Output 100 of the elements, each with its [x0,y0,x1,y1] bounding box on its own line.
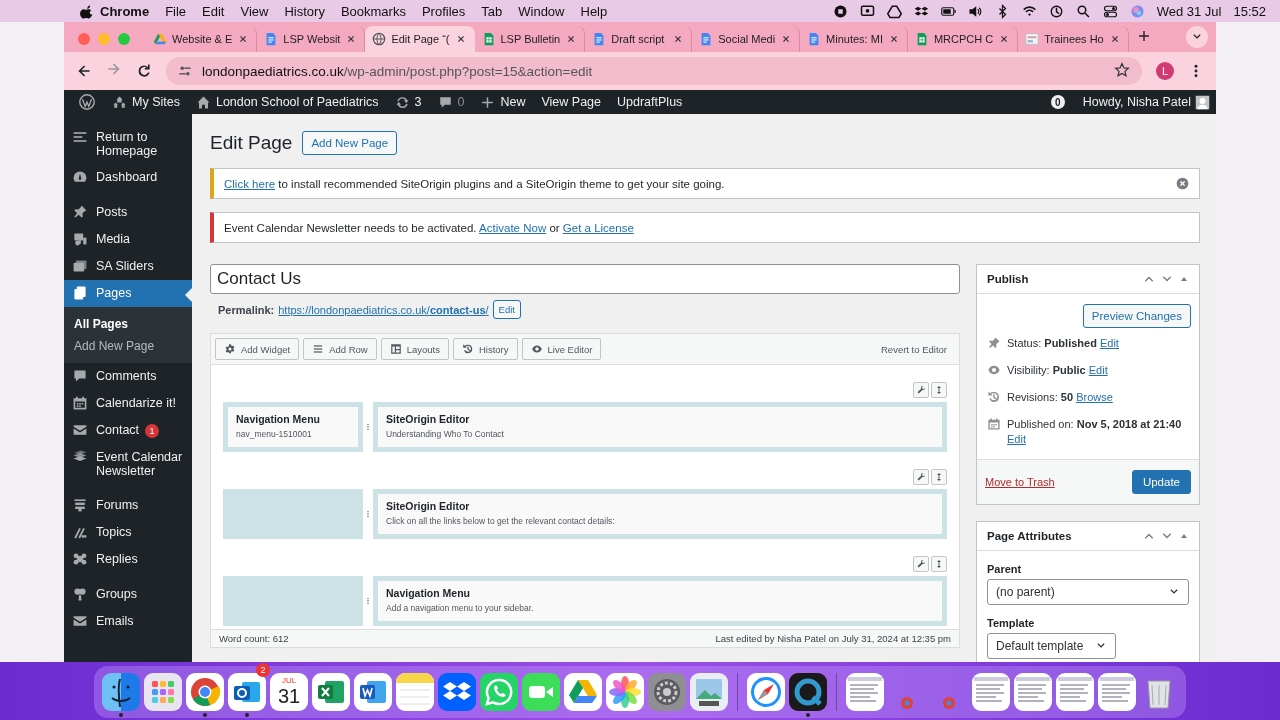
settings-icon[interactable] [648,673,686,711]
document-icon[interactable] [354,673,392,711]
publish-detail-link[interactable]: Edit [1099,337,1119,349]
window-thumbnail-icon[interactable] [1056,673,1094,711]
sidebar-item[interactable]: Return to Homepage [64,124,192,164]
builder-tool-button[interactable]: History [452,338,518,360]
chat-bubble-icon[interactable] [480,673,518,711]
menu-item[interactable]: Tab [481,3,503,19]
widget-card[interactable]: Navigation Menu Add a navigation menu to your sidebar. [378,581,942,621]
move-to-trash-link[interactable]: Move to Trash [985,476,1055,488]
submenu-item[interactable]: Add New Page [64,335,192,357]
widget-description: nav_menu-1510001 [236,429,313,439]
profile-avatar[interactable]: L [1156,62,1174,80]
flower-icon[interactable] [606,673,644,711]
menu-item[interactable]: History [284,3,325,19]
menu-item[interactable]: Profiles [421,3,466,19]
builder-tool-button[interactable]: Add Widget [215,338,300,360]
preview-changes-button[interactable]: Preview Changes [1082,304,1191,328]
box-icon[interactable] [438,673,476,711]
add-new-page-button[interactable]: Add New Page [302,131,398,155]
menu-item[interactable]: Window [518,3,565,19]
update-button[interactable]: Update [1131,470,1191,494]
select-field[interactable]: (no parent) [987,579,1189,605]
revert-link[interactable]: Revert to Editor [881,343,955,355]
history-icon [987,390,1001,404]
sidebar-item[interactable]: Groups [64,581,192,608]
tab-search-button[interactable] [1186,26,1208,48]
window-thumbnail-icon[interactable] [846,673,884,711]
notepad-icon[interactable] [396,673,434,711]
calendar-icon[interactable]: JUL 31 [270,673,308,711]
address-bar[interactable]: londonpaediatrics.co.uk/wp-admin/post.php?post=15&action=edit [166,57,1142,85]
select-field[interactable]: Default template [987,633,1117,659]
browser-tab[interactable]: Edit Page “( [365,26,475,52]
admin-bar-link[interactable]: My Sites [104,94,188,110]
builder-tool-button[interactable]: Live Editor [521,338,602,360]
star-icon [1114,61,1130,78]
account-link[interactable]: Howdy, Nisha Patel [1074,95,1195,109]
video-camera-icon[interactable] [522,673,560,711]
app-menu[interactable]: Chrome [100,3,150,19]
compass-icon[interactable] [747,673,785,711]
row-settings-button[interactable] [913,382,929,398]
speech-bubble-icon [72,368,88,384]
list-icon [72,129,88,145]
clock-icon [1048,3,1064,19]
permalink-link[interactable]: https://londonpaediatrics.co.uk/contact-us/ [278,303,489,316]
sidebar-item[interactable]: Emails [64,608,192,635]
builder-tool-button[interactable]: Add Row [303,338,377,360]
house-icon [195,94,211,110]
widget-card[interactable]: Navigation Menu nav_menu-1510001 [228,407,358,447]
notice-link[interactable]: Click here [224,177,276,190]
logo-icon [78,93,96,111]
box-title: Publish [987,273,1030,285]
sidebar-item[interactable]: Comments [64,363,192,390]
sidebar-item[interactable]: Media [64,226,192,253]
face-icon[interactable] [102,673,140,711]
sidebar-item[interactable]: Topics [64,519,192,546]
admin-bar-link[interactable]: London School of Paediatrics [187,94,387,110]
menu-item[interactable]: Edit [202,3,225,19]
notice-text: Event Calendar Newsletter needs to be activated. Activate Now or Get a License [224,221,635,234]
admin-bar-link[interactable]: UpdraftPlus [609,95,691,109]
window-thumbnail-icon[interactable] [972,673,1010,711]
publish-detail-link[interactable]: Edit [1088,364,1108,376]
admin-bar-link[interactable]: 0 [429,94,473,110]
row-settings-button[interactable] [913,469,929,485]
menu-item[interactable]: View [240,3,269,19]
photo-viewer-icon[interactable] [690,673,728,711]
row-settings-button[interactable] [913,556,929,572]
sidebar-item[interactable]: Calendarize it! [64,390,192,417]
admin-bar-link[interactable]: 3 [386,94,430,110]
widget-card[interactable]: SiteOrigin Editor Click on all the links below to get the relevant contact details: [378,494,942,534]
url-text: londonpaediatrics.co.uk/wp-admin/post.php?post=15&action=edit [202,63,593,79]
notice-link[interactable]: Activate Now [479,221,547,234]
notice-link[interactable]: Get a License [562,221,634,234]
apple-icon [80,4,95,19]
sidebar-item[interactable]: Event Calendar Newsletter [64,444,192,484]
sidebar-item[interactable]: Replies [64,546,192,573]
sidebar-item[interactable]: Posts [64,199,192,226]
window-thumbnail-icon[interactable] [1014,673,1052,711]
window-thumbnail-icon[interactable] [1098,673,1136,711]
sidebar-item[interactable]: Pages [64,280,192,307]
reload-icon [136,63,152,79]
notification-count[interactable]: 0 [1050,95,1065,109]
menu-item[interactable]: Bookmarks [340,3,406,19]
sidebar-item[interactable]: SA Sliders [64,253,192,280]
sidebar-item[interactable]: Forums [64,492,192,519]
submenu-item[interactable]: All Pages [64,313,192,335]
title-field[interactable]: Contact Us [210,264,960,294]
admin-bar-link[interactable]: View Page [533,95,610,109]
menu-item[interactable]: Help [580,3,608,19]
sidebar-item[interactable]: Dashboard [64,164,192,191]
publish-detail-link[interactable]: Edit [1007,433,1026,445]
builder-tool-button[interactable]: Layouts [380,338,449,360]
menu-item[interactable]: File [165,3,187,19]
publish-detail-link[interactable]: Browse [1076,391,1113,403]
admin-bar-link[interactable]: New [472,94,534,110]
widget-card[interactable]: SiteOrigin Editor Understanding Who To Contact [378,407,942,447]
spreadsheet-icon[interactable] [312,673,350,711]
edit-permalink-button[interactable]: Edit [492,300,521,319]
ring-icon[interactable] [789,673,827,711]
sidebar-item[interactable]: Contact 1 [64,417,192,444]
